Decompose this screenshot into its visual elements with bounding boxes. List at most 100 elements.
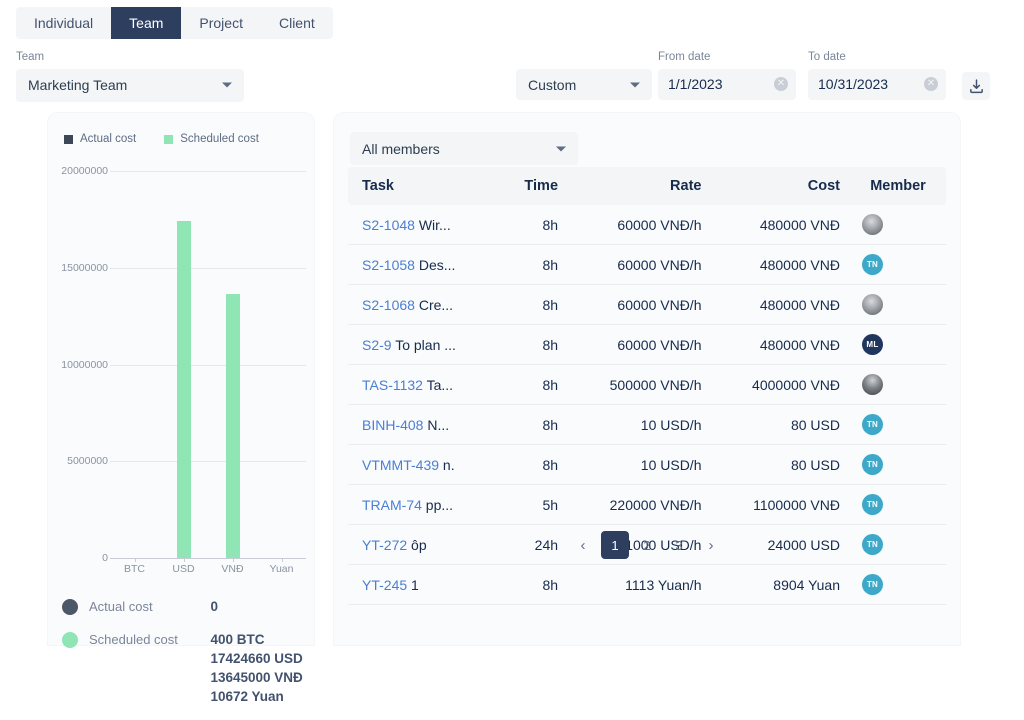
avatar[interactable]: TN: [862, 454, 883, 475]
task-key-link[interactable]: S2-1068: [362, 297, 415, 313]
cell-rate: 220000 VNĐ/h: [568, 484, 712, 525]
cell-cost: 80 USD: [711, 444, 850, 485]
table-header-row: Task Time Rate Cost Member: [348, 167, 946, 205]
filter-bar: Team Marketing Team Custom From date 1/1…: [0, 48, 1024, 108]
task-key-link[interactable]: S2-1058: [362, 257, 415, 273]
chevron-down-icon: [222, 82, 232, 88]
x-axis-tick: [134, 558, 136, 562]
cell-task: VTMMT-439 n.: [348, 444, 500, 485]
avatar[interactable]: TN: [862, 254, 883, 275]
y-axis-tick-label: 10000000: [61, 358, 108, 371]
tab-project[interactable]: Project: [181, 7, 261, 39]
clear-icon[interactable]: ✕: [774, 77, 788, 91]
cell-cost: 480000 VNĐ: [711, 284, 850, 325]
avatar[interactable]: [862, 214, 883, 235]
table-row[interactable]: S2-1058 Des... 8h 60000 VNĐ/h 480000 VNĐ TN: [348, 244, 946, 285]
cost-bar-chart: 0 5000000 10000000 15000000 20000000 BTC USD VN…: [48, 153, 314, 575]
pagination-page-1[interactable]: 1: [601, 531, 629, 559]
legend-swatch-icon: [64, 134, 73, 144]
pagination-page-3[interactable]: 3: [665, 531, 693, 559]
bar-group: [110, 153, 306, 558]
cell-rate: 60000 VNĐ/h: [568, 324, 712, 365]
avatar[interactable]: TN: [862, 494, 883, 515]
task-summary: To plan ...: [395, 336, 456, 353]
cell-member: TN: [850, 484, 946, 525]
pagination-next-icon[interactable]: ›: [697, 531, 725, 559]
clear-icon[interactable]: ✕: [924, 77, 938, 91]
cell-cost: 8904 Yuan: [711, 564, 850, 605]
cell-time: 8h: [499, 244, 569, 285]
column-header-member[interactable]: Member: [850, 167, 946, 205]
cell-rate: 60000 VNĐ/h: [568, 205, 712, 245]
date-range-select[interactable]: Custom: [516, 69, 652, 100]
legend-item[interactable]: Actual cost: [64, 133, 136, 145]
task-key-link[interactable]: BINH-408: [362, 417, 423, 433]
summary-label: Scheduled cost: [89, 631, 178, 647]
cell-member: TN: [850, 444, 946, 485]
table-row[interactable]: S2-1048 Wir... 8h 60000 VNĐ/h 480000 VNĐ: [348, 205, 946, 245]
avatar[interactable]: TN: [862, 574, 883, 595]
task-key-link[interactable]: S2-9: [362, 337, 392, 353]
cell-member: [850, 284, 946, 325]
column-header-rate[interactable]: Rate: [568, 167, 712, 205]
cell-task: S2-9 To plan ...: [348, 324, 500, 365]
download-icon: [969, 78, 983, 93]
avatar[interactable]: [862, 294, 883, 315]
cell-task: S2-1068 Cre...: [348, 284, 500, 325]
column-header-cost[interactable]: Cost: [711, 167, 850, 205]
task-key-link[interactable]: TAS-1132: [362, 377, 423, 393]
pagination: ‹ 1 2 3 ›: [334, 531, 960, 559]
task-summary: N...: [427, 416, 450, 433]
y-axis-tick-label: 0: [102, 551, 108, 564]
avatar[interactable]: TN: [862, 414, 883, 435]
table-row[interactable]: BINH-408 N... 8h 10 USD/h 80 USD TN: [348, 404, 946, 445]
table-row[interactable]: S2-9 To plan ... 8h 60000 VNĐ/h 480000 VNĐ M…: [348, 324, 946, 365]
from-date-input[interactable]: 1/1/2023 ✕: [658, 68, 796, 100]
cell-cost: 80 USD: [711, 404, 850, 445]
task-key-link[interactable]: TRAM-74: [362, 497, 422, 513]
pagination-page-2[interactable]: 2: [633, 531, 661, 559]
team-select[interactable]: Marketing Team: [16, 68, 244, 102]
cell-rate: 1113 Yuan/h: [568, 564, 712, 605]
export-button[interactable]: [962, 72, 990, 100]
to-date-label: To date: [808, 51, 846, 63]
team-select-value: Marketing Team: [28, 77, 128, 93]
task-key-link[interactable]: S2-1048: [362, 217, 415, 233]
tab-team[interactable]: Team: [111, 7, 182, 39]
tab-individual[interactable]: Individual: [16, 7, 111, 39]
avatar[interactable]: ML: [862, 334, 883, 355]
column-header-time[interactable]: Time: [499, 167, 569, 205]
summary-label: Actual cost: [89, 599, 153, 614]
task-summary: Ta...: [426, 376, 454, 393]
to-date-filter: To date 10/31/2023 ✕: [808, 51, 946, 100]
table-row[interactable]: S2-1068 Cre... 8h 60000 VNĐ/h 480000 VNĐ: [348, 284, 946, 325]
summary-values: 400 BTC 17424660 USD 13645000 VNĐ 10672 Yua…: [210, 631, 304, 707]
table-row[interactable]: VTMMT-439 n. 8h 10 USD/h 80 USD TN: [348, 444, 946, 485]
table-row[interactable]: YT-245 1 8h 1113 Yuan/h 8904 Yuan TN: [348, 564, 946, 605]
x-axis-tick-label: VNĐ: [221, 563, 244, 575]
cell-task: TAS-1132 Ta...: [348, 364, 500, 405]
to-date-input[interactable]: 10/31/2023 ✕: [808, 68, 946, 100]
table-row[interactable]: TAS-1132 Ta... 8h 500000 VNĐ/h 4000000 VNĐ: [348, 364, 946, 405]
pagination-prev-icon[interactable]: ‹: [569, 531, 597, 559]
member-select[interactable]: All members: [350, 132, 578, 165]
table-row[interactable]: TRAM-74 pp... 5h 220000 VNĐ/h 1100000 VNĐ TN: [348, 484, 946, 525]
avatar[interactable]: [862, 374, 883, 395]
view-tabs: Individual Team Project Client: [16, 7, 333, 39]
task-key-link[interactable]: YT-245: [362, 577, 407, 593]
task-summary: pp...: [425, 496, 454, 513]
task-key-link[interactable]: VTMMT-439: [362, 457, 439, 473]
task-summary: n.: [442, 456, 455, 473]
x-axis-tick: [232, 558, 234, 562]
summary-value: 400 BTC: [210, 631, 265, 647]
task-summary: Des...: [418, 256, 456, 273]
x-axis-tick-label: BTC: [124, 563, 145, 575]
task-summary: 1: [411, 576, 419, 593]
team-filter: Team Marketing Team: [16, 51, 244, 102]
tab-client[interactable]: Client: [261, 7, 333, 39]
legend-item[interactable]: Scheduled cost: [164, 133, 259, 145]
bar-vnđ[interactable]: [225, 293, 240, 558]
cell-task: TRAM-74 pp...: [348, 484, 500, 525]
column-header-task[interactable]: Task: [348, 167, 500, 205]
bar-usd[interactable]: [176, 220, 191, 558]
